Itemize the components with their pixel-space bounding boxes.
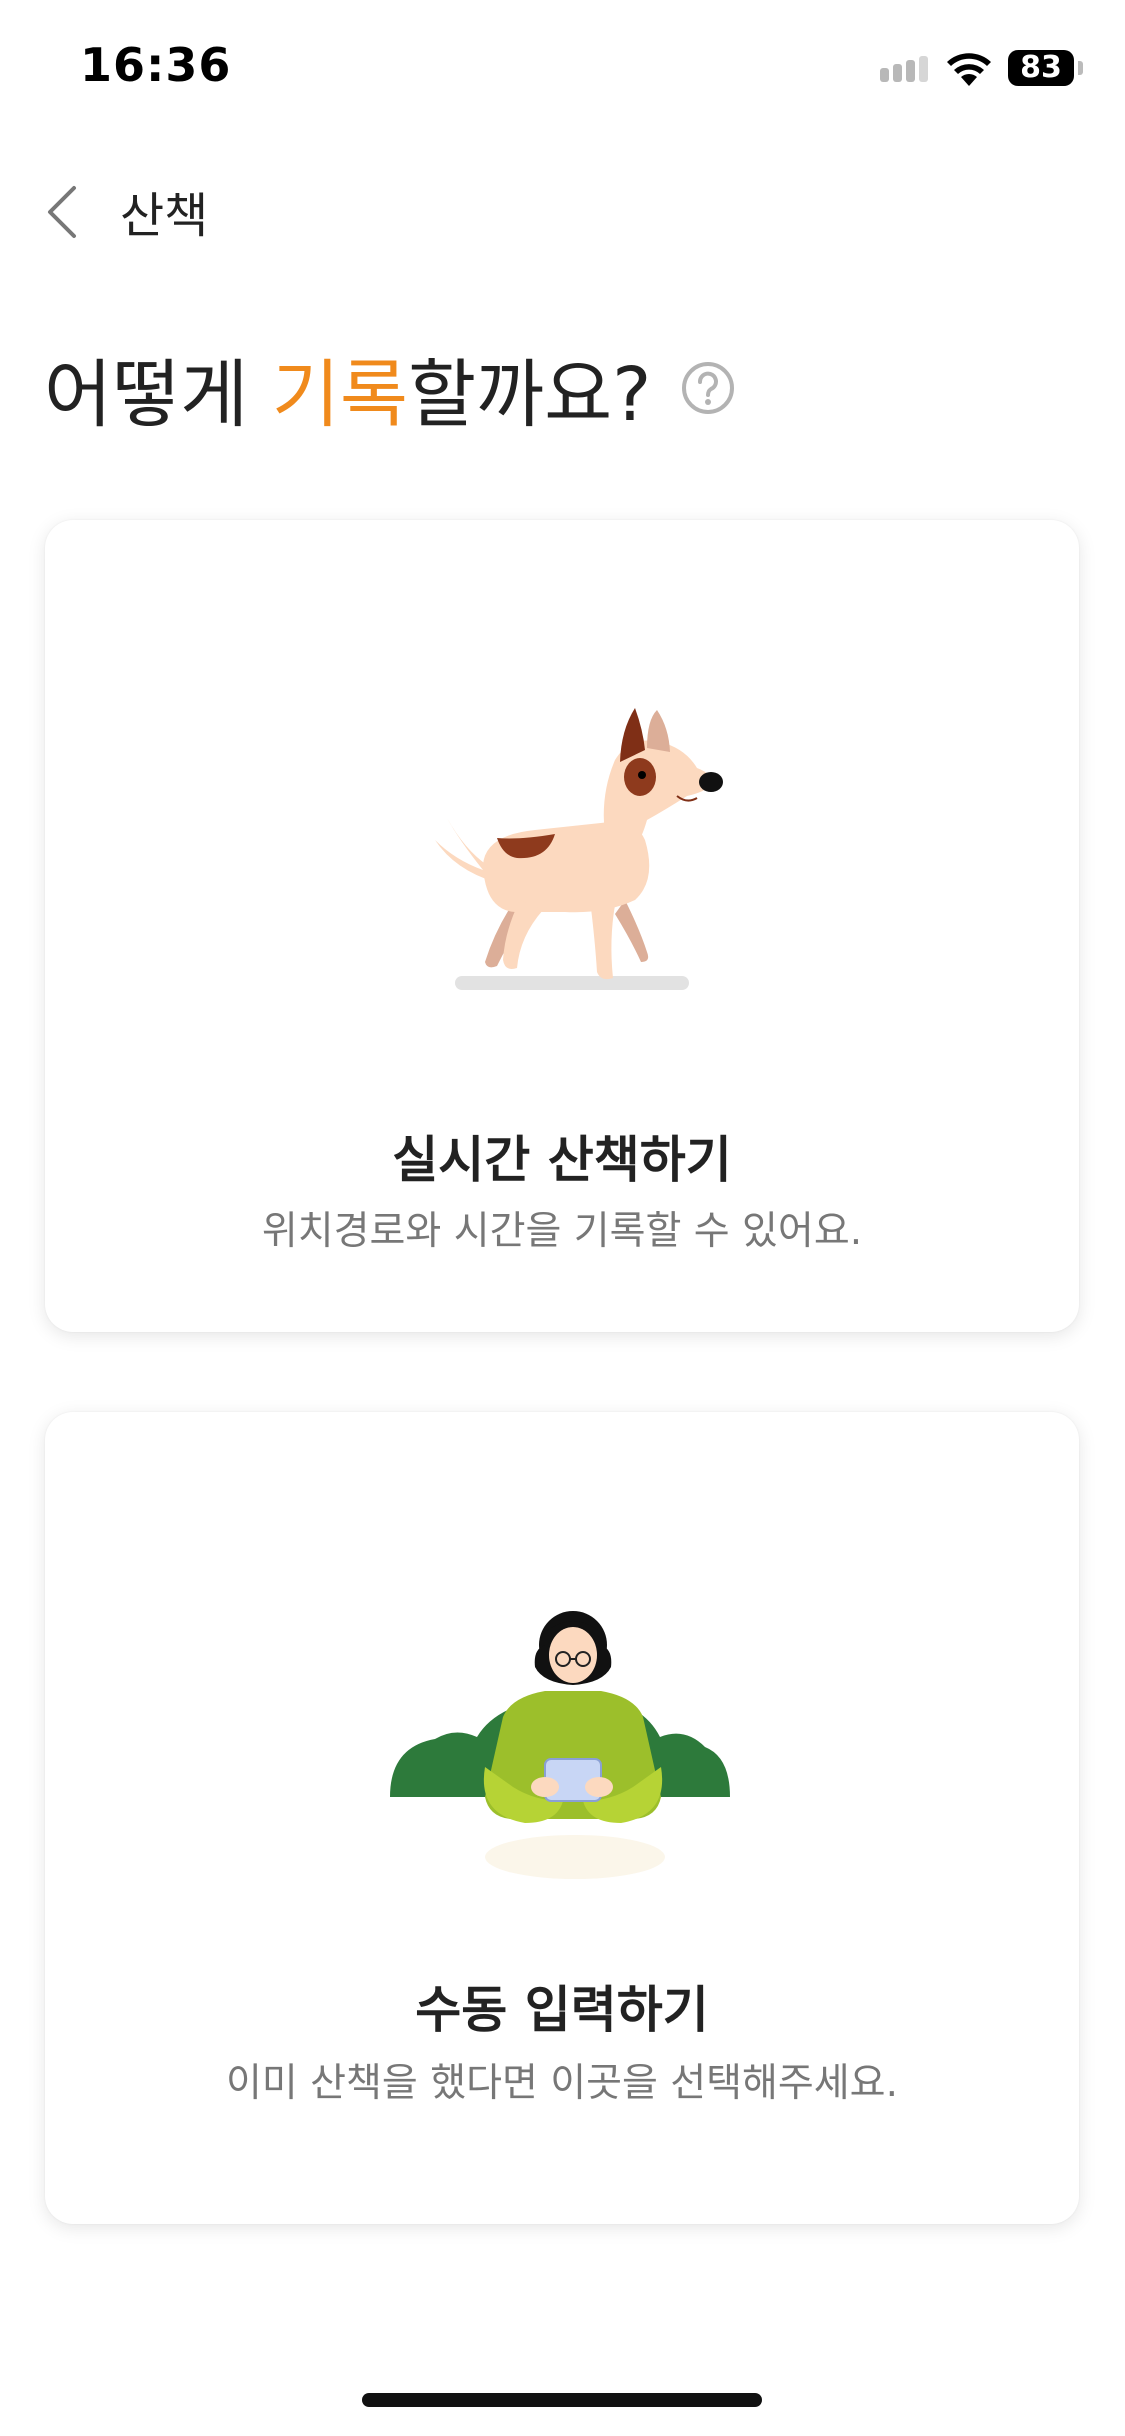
navigation-bar: 산책 [0,160,1125,260]
headline-suffix: 할까요? [407,352,652,438]
battery-level: 83 [1020,50,1062,85]
headline-prefix: 어떻게 [44,352,272,438]
status-bar: 16:36 83 [0,0,1125,140]
dog-illustration [435,708,723,990]
realtime-walk-description: 위치경로와 시간을 기록할 수 있어요. [261,1209,863,1254]
manual-entry-description: 이미 산책을 했다면 이곳을 선택해주세요. [226,2061,898,2106]
page-title: 산책 [120,188,209,244]
home-indicator [362,2393,762,2407]
manual-entry-title: 수동 입력하기 [415,1981,709,2039]
headline: 어떻게 기록할까요? [44,335,651,442]
person-with-tablet-illustration [390,1611,730,1879]
battery-cap [1078,61,1083,75]
wifi-icon [947,53,991,86]
manual-entry-option-card[interactable]: 수동 입력하기 이미 산책을 했다면 이곳을 선택해주세요. [45,1412,1079,2224]
realtime-walk-option-card[interactable]: 실시간 산책하기 위치경로와 시간을 기록할 수 있어요. [45,520,1079,1332]
realtime-walk-title: 실시간 산책하기 [392,1131,732,1189]
headline-accent: 기록 [271,352,408,438]
chevron-left-icon [48,186,76,238]
question-circle-icon[interactable] [680,360,736,416]
battery-icon: 83 [1008,50,1074,86]
back-button[interactable] [36,170,96,250]
status-time: 16:36 [80,38,232,92]
